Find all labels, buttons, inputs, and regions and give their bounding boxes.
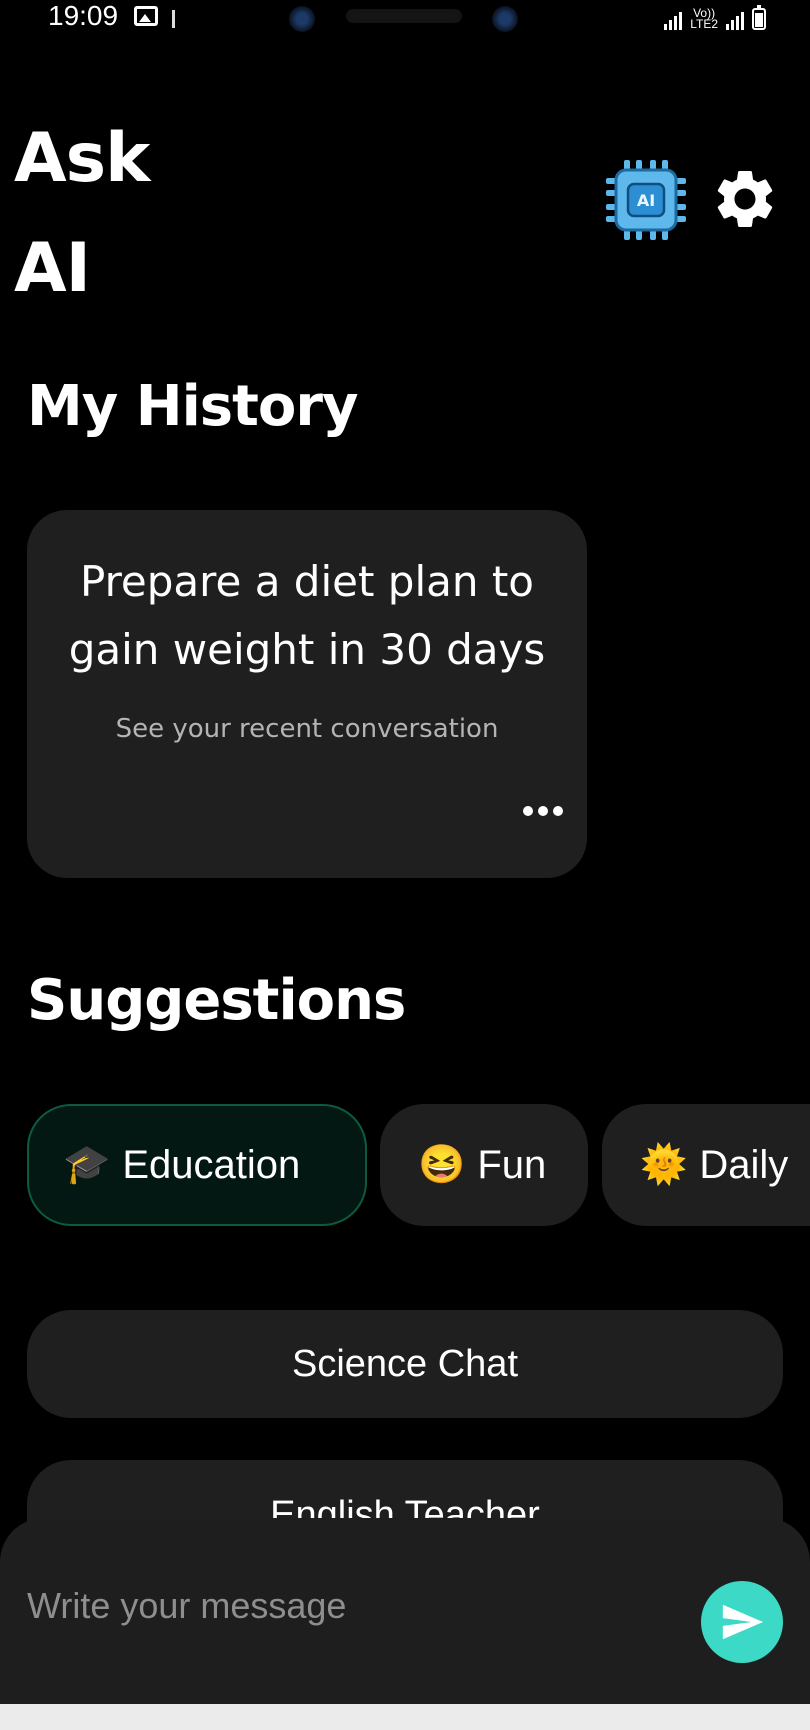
send-button[interactable] — [701, 1581, 783, 1663]
signal-icon — [664, 10, 683, 30]
chip-education-label: Education — [122, 1142, 301, 1187]
gallery-notification-icon — [134, 6, 158, 26]
gear-icon — [717, 170, 773, 227]
chip-daily-label: Daily — [699, 1142, 789, 1187]
system-nav-strip — [0, 1704, 810, 1730]
suggestions-heading: Suggestions — [27, 968, 406, 1033]
ai-chip-icon[interactable]: AI — [604, 158, 688, 242]
earpiece-slot — [346, 9, 462, 23]
graduation-cap-icon: 🎓 — [63, 1144, 111, 1186]
history-heading: My History — [27, 374, 358, 439]
chip-fun[interactable]: 😆 Fun — [380, 1104, 588, 1226]
category-chips: 🎓 Education 😆 Fun 🌞 Daily — [27, 1104, 810, 1228]
signal-2-icon — [726, 10, 744, 30]
notification-indicator-icon — [172, 10, 175, 28]
history-card-title: Prepare a diet plan to gain weight in 30… — [68, 557, 546, 674]
chip-education[interactable]: 🎓 Education — [27, 1104, 367, 1226]
front-camera-left — [289, 6, 315, 32]
status-bar: 19:09 Vo)) LTE2 — [0, 0, 810, 36]
status-indicators: Vo)) LTE2 — [664, 4, 766, 30]
status-time: 19:09 — [48, 0, 119, 31]
app-title: Ask AI — [14, 119, 150, 308]
chip-daily[interactable]: 🌞 Daily — [602, 1104, 810, 1226]
send-icon — [722, 1604, 764, 1640]
front-camera-right — [492, 6, 518, 32]
message-composer — [0, 1518, 810, 1704]
history-card[interactable]: Prepare a diet plan to gain weight in 30… — [27, 510, 587, 878]
sun-face-icon: 🌞 — [640, 1144, 688, 1186]
chip-fun-label: Fun — [477, 1142, 547, 1187]
message-input[interactable] — [27, 1576, 667, 1636]
history-card-subtitle: See your recent conversation — [115, 714, 499, 744]
suggestion-science-chat[interactable]: Science Chat — [27, 1310, 783, 1418]
laughing-face-icon: 😆 — [418, 1144, 466, 1186]
battery-icon — [752, 5, 766, 30]
more-horizontal-icon[interactable] — [523, 806, 563, 816]
settings-button[interactable] — [710, 164, 780, 234]
battery-level — [755, 13, 763, 27]
ai-chip-label: AI — [637, 191, 655, 210]
suggestion-science-chat-label: Science Chat — [291, 1343, 518, 1385]
network-type-label: Vo)) LTE2 — [690, 6, 718, 31]
